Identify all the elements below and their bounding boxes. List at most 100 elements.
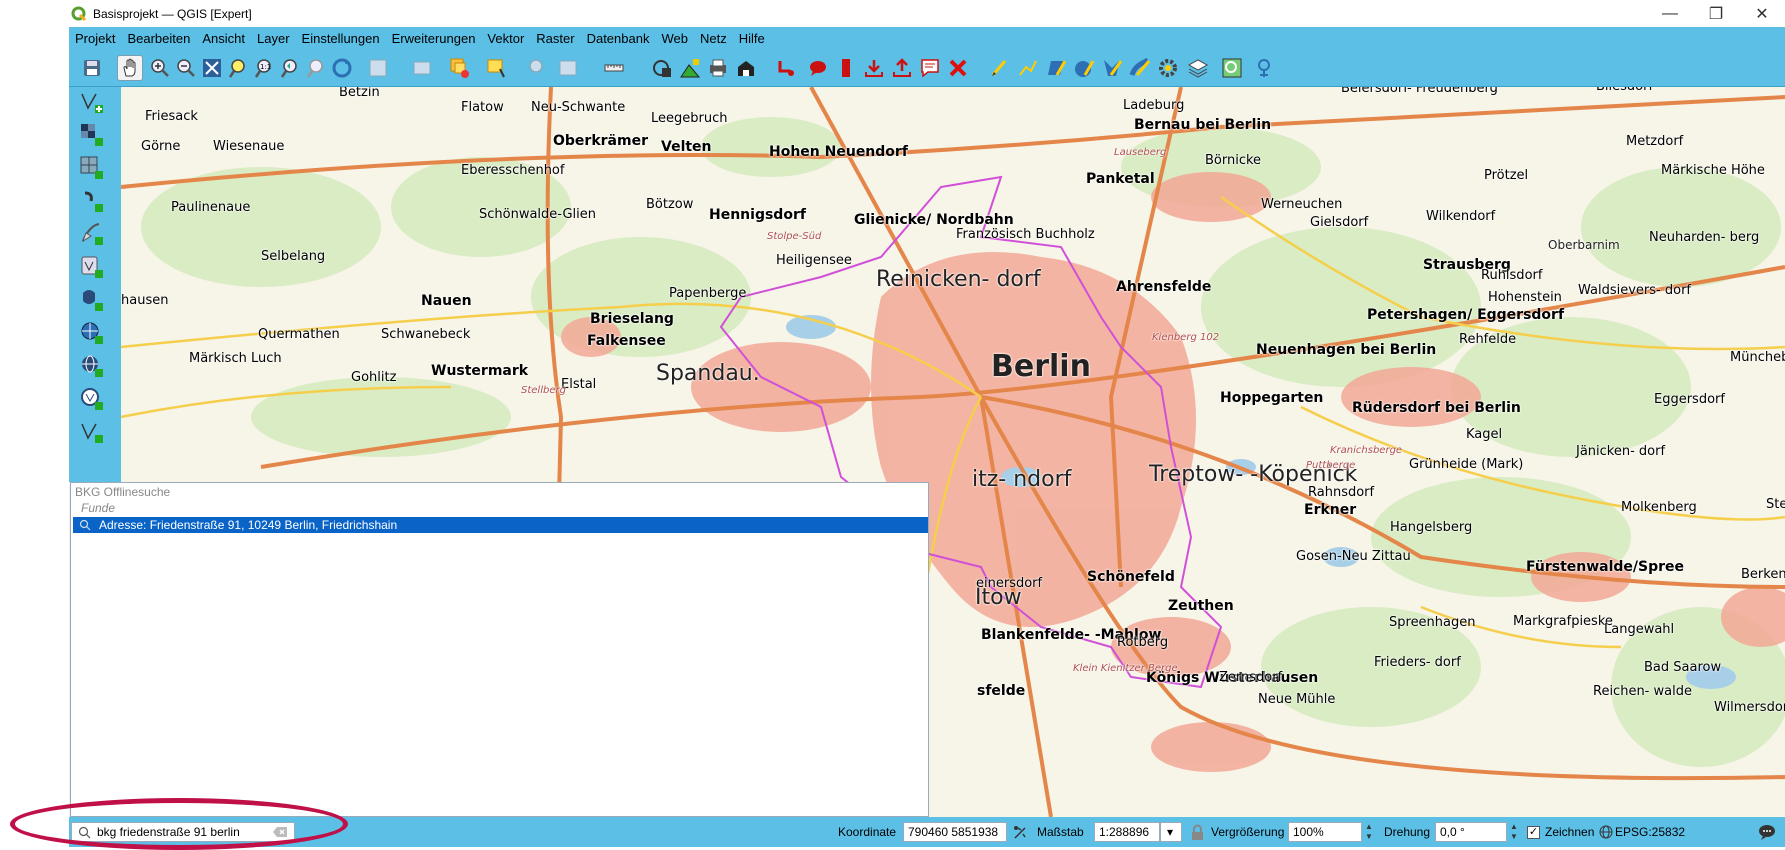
download-icon[interactable] [861, 55, 887, 81]
lock-icon[interactable] [1190, 824, 1205, 841]
annotation-icon[interactable] [917, 55, 943, 81]
measure-icon[interactable] [601, 55, 627, 81]
comment-icon[interactable] [805, 55, 831, 81]
add-mesh-layer-icon[interactable] [77, 153, 107, 183]
rotation-spin-icon[interactable]: ▲ ▼ [1507, 822, 1521, 842]
magnifier-field[interactable]: 100% [1288, 822, 1362, 842]
save-project-icon[interactable] [79, 55, 105, 81]
menu-erweiterungen[interactable]: Erweiterungen [386, 31, 482, 46]
search-result-item[interactable]: Adresse: Friedenstraße 91, 10249 Berlin,… [73, 517, 928, 533]
zoom-native-icon[interactable]: 1:1 [251, 55, 277, 81]
menu-vektor[interactable]: Vektor [481, 31, 530, 46]
zoom-full-icon[interactable] [199, 55, 225, 81]
locator-search-box[interactable] [71, 822, 295, 842]
window-controls: — ❐ ✕ [1647, 0, 1785, 27]
clear-input-icon[interactable] [272, 826, 288, 838]
map-label: Panketal [1086, 171, 1155, 187]
menu-bearbeiten[interactable]: Bearbeiten [121, 31, 196, 46]
menu-web[interactable]: Web [655, 31, 694, 46]
scale-dropdown-icon[interactable]: ▾ [1160, 822, 1182, 842]
upload-icon[interactable] [889, 55, 915, 81]
digitize-icon[interactable] [987, 55, 1013, 81]
bookmark-icon[interactable] [833, 55, 859, 81]
map-label: Hohenstein [1488, 290, 1562, 305]
zoom-next-icon[interactable] [303, 55, 329, 81]
map-label: sfelde [977, 683, 1026, 699]
split-icon[interactable] [1099, 55, 1125, 81]
map-label: Heiligensee [776, 253, 852, 268]
scale-label: Maßstab [1037, 825, 1084, 839]
add-wcs-layer-icon[interactable] [77, 384, 107, 414]
messages-icon[interactable] [1758, 824, 1776, 840]
reshape-icon[interactable] [1127, 55, 1153, 81]
new-vector-layer-icon[interactable] [77, 87, 107, 117]
add-vector-tile-icon[interactable] [77, 417, 107, 447]
add-delimited-text-icon[interactable] [77, 186, 107, 216]
map-label: Görne [141, 139, 181, 154]
map-label: Rotberg [1117, 635, 1169, 650]
menu-bar: Projekt Bearbeiten Ansicht Layer Einstel… [69, 27, 1785, 50]
node-tool-icon[interactable] [1015, 55, 1041, 81]
deselect-icon[interactable] [447, 55, 473, 81]
delete-icon[interactable] [945, 55, 971, 81]
render-checkbox[interactable]: ✓ [1527, 826, 1540, 839]
map-label: Bötzow [646, 197, 694, 212]
polygon-icon[interactable] [1043, 55, 1069, 81]
zoom-in-icon[interactable] [147, 55, 173, 81]
add-wms-layer-icon[interactable] [77, 318, 107, 348]
circle-icon[interactable] [1071, 55, 1097, 81]
map-label: Petershagen/ Eggersdorf [1367, 307, 1565, 323]
add-postgis-icon[interactable] [77, 285, 107, 315]
locate-icon[interactable] [1251, 55, 1277, 81]
map-label: Gielsdorf [1310, 215, 1369, 230]
add-layer-icon[interactable] [677, 55, 703, 81]
zoom-out-icon[interactable] [173, 55, 199, 81]
processing-icon[interactable] [1155, 55, 1181, 81]
menu-ansicht[interactable]: Ansicht [196, 31, 251, 46]
update-icon[interactable] [649, 55, 675, 81]
layout-manager-icon[interactable] [733, 55, 759, 81]
coordinate-toggle-icon[interactable] [1012, 824, 1029, 841]
rotation-field[interactable]: 0,0 ° [1435, 822, 1507, 842]
layers-icon[interactable] [1185, 55, 1211, 81]
magnifier-spin-icon[interactable]: ▲ ▼ [1362, 822, 1376, 842]
map-label: Wustermark [431, 363, 529, 379]
minimize-button[interactable]: — [1647, 0, 1693, 27]
add-raster-layer-icon[interactable] [77, 120, 107, 150]
route-tool-icon[interactable] [773, 55, 799, 81]
map-label: Paulinenaue [171, 200, 251, 215]
zoom-last-icon[interactable] [277, 55, 303, 81]
locator-search-input[interactable] [97, 825, 257, 839]
close-window-button[interactable]: ✕ [1739, 0, 1785, 27]
add-spatialite-icon[interactable] [77, 219, 107, 249]
menu-layer[interactable]: Layer [251, 31, 296, 46]
refresh-icon[interactable] [329, 55, 355, 81]
map-label: Märkische Höhe [1661, 163, 1765, 178]
restore-button[interactable]: ❐ [1693, 0, 1739, 27]
menu-projekt[interactable]: Projekt [69, 31, 121, 46]
menu-raster[interactable]: Raster [530, 31, 580, 46]
pan-map-icon[interactable] [117, 55, 143, 81]
print-icon[interactable] [705, 55, 731, 81]
globe-icon[interactable] [1599, 825, 1613, 839]
select-by-value-icon[interactable] [483, 55, 509, 81]
menu-netz[interactable]: Netz [694, 31, 733, 46]
attribute-table-icon[interactable] [555, 55, 581, 81]
menu-hilfe[interactable]: Hilfe [733, 31, 771, 46]
new-map-view-icon[interactable] [365, 55, 391, 81]
add-wfs-layer-icon[interactable] [77, 351, 107, 381]
search-panel-title: BKG Offlinesuche [75, 485, 171, 499]
add-virtual-layer-icon[interactable] [77, 252, 107, 282]
map-search-icon[interactable] [1219, 55, 1245, 81]
map-label: Wiesenaue [213, 139, 285, 154]
crs-label[interactable]: EPSG:25832 [1615, 825, 1685, 839]
map-label: Markgrafpieske [1513, 614, 1613, 629]
select-feature-icon[interactable] [409, 55, 435, 81]
zoom-to-selection-icon[interactable] [225, 55, 251, 81]
scale-field[interactable]: 1:288896 [1094, 822, 1160, 842]
coordinate-field[interactable]: 790460 5851938 [903, 822, 1007, 842]
map-label: Kagel [1466, 427, 1503, 442]
menu-einstellungen[interactable]: Einstellungen [296, 31, 386, 46]
identify-icon[interactable] [525, 55, 551, 81]
menu-datenbank[interactable]: Datenbank [581, 31, 656, 46]
